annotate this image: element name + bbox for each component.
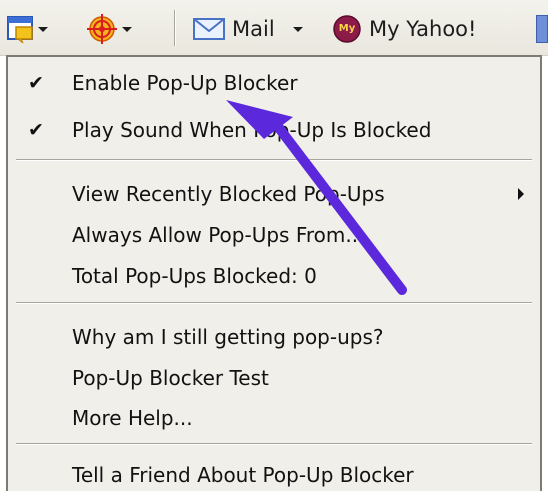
anti-spy-button[interactable] [86,10,132,48]
page-icon [536,15,548,43]
checkmark-icon: ✔ [28,72,44,94]
menu-item-label: View Recently Blocked Pop-Ups [72,182,385,206]
menu-item-always-allow[interactable]: Always Allow Pop-Ups From... [8,217,540,253]
screenshot-stage: Mail My My Yahoo! ✔ Enable Pop-Up Blocke… [0,0,548,491]
menu-item-label: Play Sound When Pop-Up Is Blocked [72,118,432,142]
menu-item-enable-blocker[interactable]: ✔ Enable Pop-Up Blocker [8,65,540,101]
chevron-down-icon[interactable] [292,26,303,32]
menu-item-blocker-test[interactable]: Pop-Up Blocker Test [8,360,540,396]
popup-blocker-menu: ✔ Enable Pop-Up Blocker ✔ Play Sound Whe… [6,55,542,491]
menu-item-view-recent[interactable]: View Recently Blocked Pop-Ups [8,176,540,212]
toolbar-overflow-button[interactable] [536,10,548,48]
my-yahoo-button[interactable]: My My Yahoo! [332,10,476,48]
menu-item-label: Total Pop-Ups Blocked: 0 [72,264,317,288]
menu-item-label: Enable Pop-Up Blocker [72,71,298,95]
chevron-down-icon[interactable] [38,26,48,32]
checkmark-icon: ✔ [28,119,44,141]
menu-item-label: Why am I still getting pop-ups? [72,325,384,349]
my-yahoo-badge-icon: My [332,14,362,44]
popup-blocker-button[interactable] [6,10,48,48]
chevron-down-icon[interactable] [122,26,132,32]
popup-window-icon [6,14,36,44]
menu-item-label: More Help... [72,406,193,430]
menu-separator [16,443,532,445]
menu-item-more-help[interactable]: More Help... [8,400,540,436]
menu-item-total-blocked[interactable]: Total Pop-Ups Blocked: 0 [8,258,540,294]
menu-item-tell-friend[interactable]: Tell a Friend About Pop-Up Blocker [8,457,540,491]
menu-item-label: Tell a Friend About Pop-Up Blocker [72,463,414,487]
target-crosshair-icon [86,13,118,45]
my-yahoo-label: My Yahoo! [369,17,477,41]
menu-separator [16,302,532,304]
menu-item-why-still[interactable]: Why am I still getting pop-ups? [8,319,540,355]
menu-item-play-sound[interactable]: ✔ Play Sound When Pop-Up Is Blocked [8,112,540,148]
envelope-icon [192,16,226,42]
toolbar-separator [174,10,176,46]
mail-label: Mail [232,17,275,41]
submenu-arrow-icon [518,188,524,200]
yahoo-toolbar: Mail My My Yahoo! [0,0,548,56]
menu-item-label: Pop-Up Blocker Test [72,366,269,390]
menu-item-label: Always Allow Pop-Ups From... [72,223,365,247]
my-yahoo-badge-text: My [338,23,356,34]
mail-button[interactable]: Mail [192,10,303,48]
menu-separator [16,159,532,161]
